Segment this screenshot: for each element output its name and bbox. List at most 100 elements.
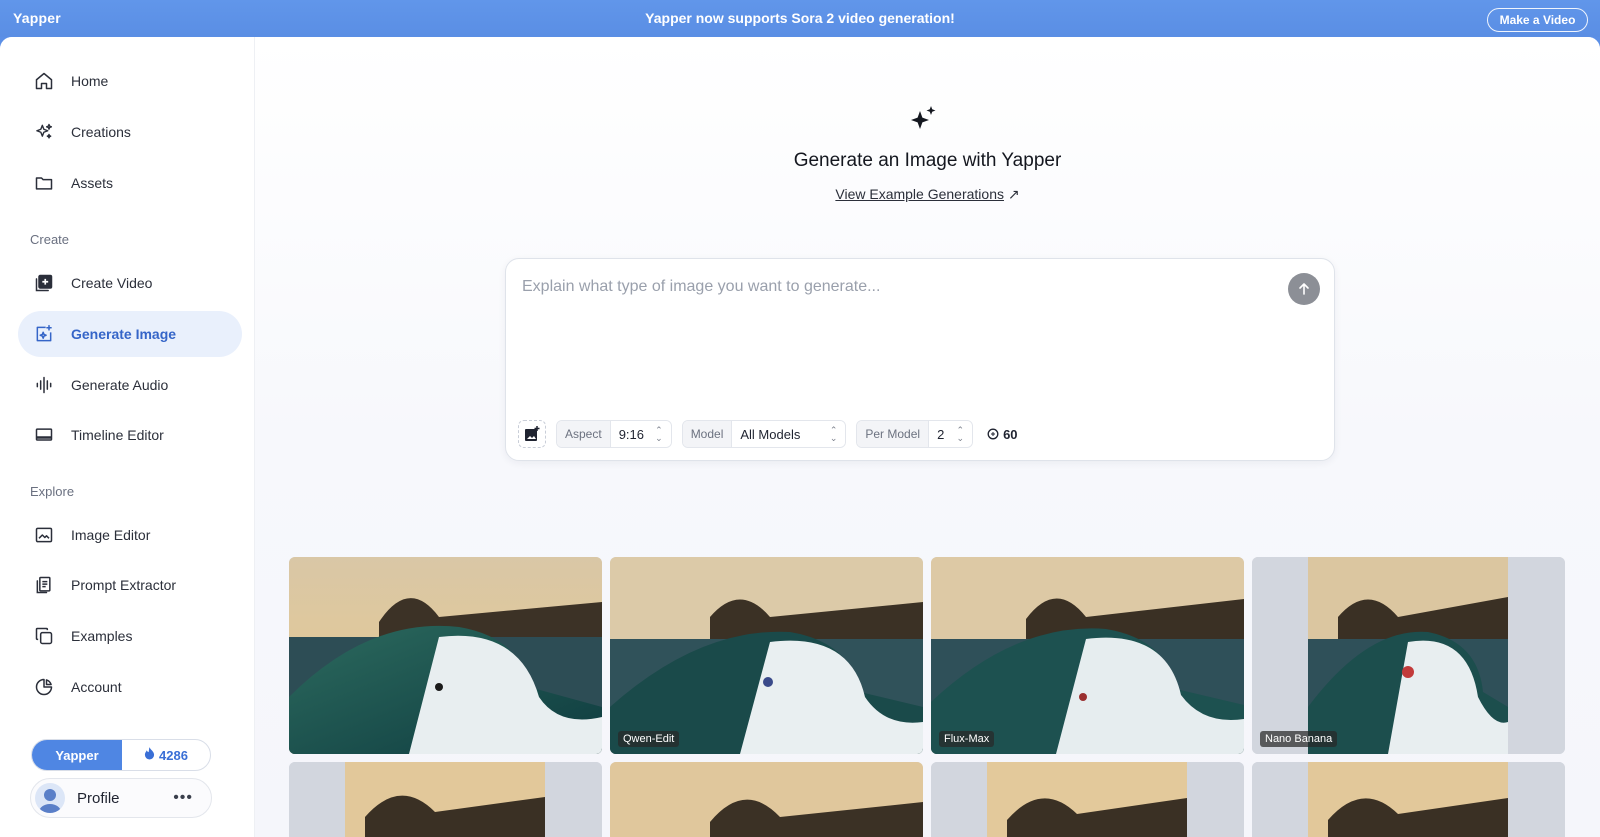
view-examples-link[interactable]: View Example Generations ↗ [255, 186, 1600, 203]
generated-image [1308, 557, 1508, 754]
blur-padding [1508, 762, 1565, 837]
model-value: All Models [740, 426, 801, 442]
announcement-prefix: Yapper now supports [645, 10, 792, 26]
view-examples-link-text[interactable]: View Example Generations [835, 186, 1004, 202]
sidebar-item-account[interactable]: Account [18, 664, 242, 710]
generated-image [987, 762, 1187, 837]
blur-padding [289, 762, 345, 837]
sidebar-item-create-video[interactable]: Create Video [18, 260, 242, 306]
sidebar-item-label: Account [71, 679, 122, 695]
blur-padding [1252, 762, 1308, 837]
section-explore: Explore [30, 484, 75, 499]
blur-padding [1508, 557, 1565, 754]
image-plus-icon [525, 426, 540, 441]
sidebar-item-assets[interactable]: Assets [18, 160, 242, 206]
sidebar-item-image-editor[interactable]: Image Editor [18, 512, 242, 558]
profile-button[interactable]: Profile ••• [30, 778, 212, 818]
aspect-value: 9:16 [618, 426, 644, 442]
model-label: Nano Banana [1260, 731, 1338, 747]
gallery-tile[interactable]: Nano Banana [1252, 557, 1565, 754]
more-options-icon[interactable]: ••• [173, 789, 193, 807]
page-title: Generate an Image with Yapper [793, 150, 1062, 171]
app-shell: Home Creations Assets Create Create Vide… [0, 37, 1600, 837]
generated-image [610, 762, 923, 837]
gallery-tile[interactable] [289, 557, 602, 754]
chevron-updown-icon: ⌃ ⌄ [956, 425, 965, 443]
chevron-updown-icon: ⌃ ⌄ [655, 425, 663, 443]
image-edit-icon [33, 524, 55, 546]
sidebar-item-generate-image[interactable]: Generate Image [18, 311, 242, 357]
per-model-value-wrap[interactable]: 2 ⌃ ⌄ [929, 421, 973, 447]
gallery-tile[interactable] [931, 762, 1244, 837]
sidebar-item-label: Generate Image [71, 326, 177, 342]
send-button[interactable] [1288, 273, 1320, 305]
gallery-tile[interactable] [1252, 762, 1565, 837]
aspect-label: Aspect [557, 421, 611, 447]
sidebar-item-label: Image Editor [71, 527, 151, 543]
prompt-box: Aspect 9:16 ⌃⌄ Model All Models ⌃⌄ Per M… [505, 258, 1335, 461]
credits-value: 4286 [159, 747, 188, 763]
top-banner: Yapper Yapper now supports Sora 2 video … [0, 0, 1600, 37]
gallery-tile[interactable]: Flux-Max [931, 557, 1244, 754]
aspect-select[interactable]: Aspect 9:16 ⌃ ⌄ [556, 420, 672, 448]
blur-padding [1187, 762, 1244, 837]
sidebar-item-creations[interactable]: Creations [18, 109, 242, 155]
cost-indicator: 60 [987, 426, 1018, 442]
per-model-value: 2 [937, 426, 945, 442]
sidebar-item-label: Prompt Extractor [71, 577, 177, 593]
make-video-button[interactable]: Make a Video [1487, 8, 1588, 32]
sidebar-item-generate-audio[interactable]: Generate Audio [18, 362, 242, 408]
prompt-controls: Aspect 9:16 ⌃ ⌄ Model All Models ⌃ ⌄ Per M… [518, 420, 1018, 448]
video-plus-icon [33, 272, 55, 294]
aspect-value-wrap[interactable]: 9:16 ⌃ ⌄ [610, 421, 671, 447]
sidebar-item-timeline-editor[interactable]: Timeline Editor [18, 412, 242, 458]
home-icon [33, 70, 55, 92]
sidebar: Home Creations Assets Create Create Vide… [0, 37, 255, 837]
arrow-up-icon [1299, 283, 1309, 295]
credits-pill[interactable]: Yapper 4286 [31, 739, 211, 771]
model-label: Model [682, 421, 733, 447]
credits-amount[interactable]: 4286 [122, 740, 210, 770]
flame-icon [144, 747, 155, 763]
cost-value: 60 [1003, 426, 1018, 442]
sidebar-item-label: Timeline Editor [71, 427, 164, 443]
sidebar-item-home[interactable]: Home [18, 58, 242, 104]
blur-padding [545, 762, 602, 837]
generated-image [289, 557, 602, 754]
image-sparkle-icon [33, 323, 55, 345]
announcement-suffix: video generation! [834, 10, 955, 26]
sidebar-item-label: Create Video [71, 275, 153, 291]
generated-image [345, 762, 545, 837]
generated-image [610, 557, 923, 754]
sidebar-item-label: Examples [71, 628, 133, 644]
external-link-icon: ↗ [1007, 186, 1020, 202]
plan-badge[interactable]: Yapper [32, 740, 122, 770]
section-create: Create [30, 232, 70, 247]
model-select[interactable]: Model All Models ⌃ ⌄ [681, 420, 847, 448]
user-icon [39, 789, 61, 813]
coin-icon [987, 428, 999, 440]
sidebar-item-label: Assets [71, 175, 114, 191]
copy-icon [33, 625, 55, 647]
model-label: Qwen-Edit [618, 731, 680, 747]
main-content: Generate an Image with Yapper View Examp… [255, 37, 1600, 837]
sidebar-item-label: Generate Audio [71, 377, 169, 393]
prompt-input[interactable] [522, 275, 1262, 299]
gallery-tile[interactable]: Qwen-Edit [610, 557, 923, 754]
document-icon [33, 574, 55, 596]
waveform-icon [33, 374, 55, 396]
sidebar-item-prompt-extractor[interactable]: Prompt Extractor [18, 562, 242, 608]
blur-padding [931, 762, 987, 837]
monitor-icon [33, 424, 55, 446]
blur-padding [1252, 557, 1308, 754]
announcement-strong: Sora 2 [791, 10, 835, 26]
sparkles-icon [911, 106, 936, 129]
sidebar-item-label: Home [71, 73, 109, 89]
model-value-wrap[interactable]: All Models ⌃ ⌄ [732, 421, 846, 447]
per-model-select[interactable]: Per Model 2 ⌃ ⌄ [856, 420, 974, 448]
sidebar-item-examples[interactable]: Examples [18, 613, 242, 659]
generated-image [931, 557, 1244, 754]
gallery-tile[interactable] [610, 762, 923, 837]
add-image-button[interactable] [518, 420, 546, 448]
gallery-tile[interactable] [289, 762, 602, 837]
